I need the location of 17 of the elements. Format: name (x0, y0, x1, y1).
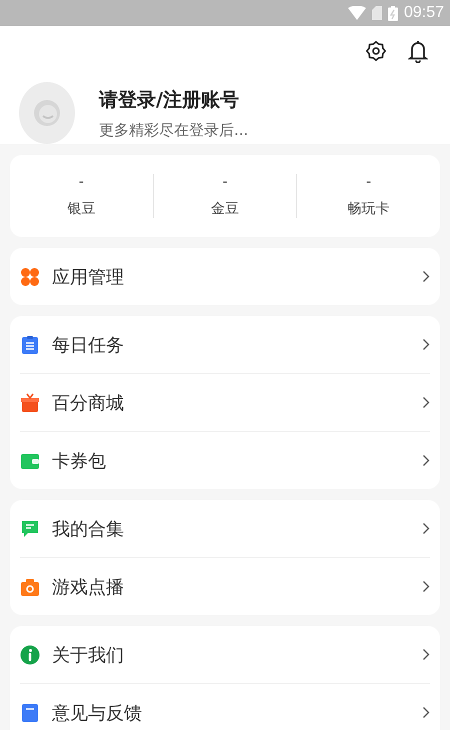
stat-value: - (222, 174, 228, 190)
stat-value: - (78, 174, 84, 190)
stat-value: - (366, 174, 372, 190)
menu-item[interactable]: 每日任务 (52, 332, 422, 356)
login-prompt[interactable]: 请登录/注册账号 (99, 86, 248, 112)
clock-time: 09:57 (404, 4, 444, 22)
menu-item[interactable]: 关于我们 (52, 642, 422, 666)
menu-item[interactable]: 应用管理 (52, 264, 422, 288)
login-subtitle: 更多精彩尽在登录后... (99, 120, 248, 140)
stat-label: 畅玩卡 (348, 200, 390, 218)
menu-item[interactable]: 我的合集 (52, 516, 422, 540)
menu-item[interactable]: 意见与反馈 (52, 700, 422, 724)
menu-item[interactable]: 游戏点播 (52, 574, 422, 598)
menu-item[interactable]: 卡券包 (52, 448, 422, 472)
stat-label: 银豆 (67, 200, 96, 218)
stat-label: 金豆 (211, 200, 239, 218)
menu-item[interactable]: 百分商城 (52, 390, 422, 414)
